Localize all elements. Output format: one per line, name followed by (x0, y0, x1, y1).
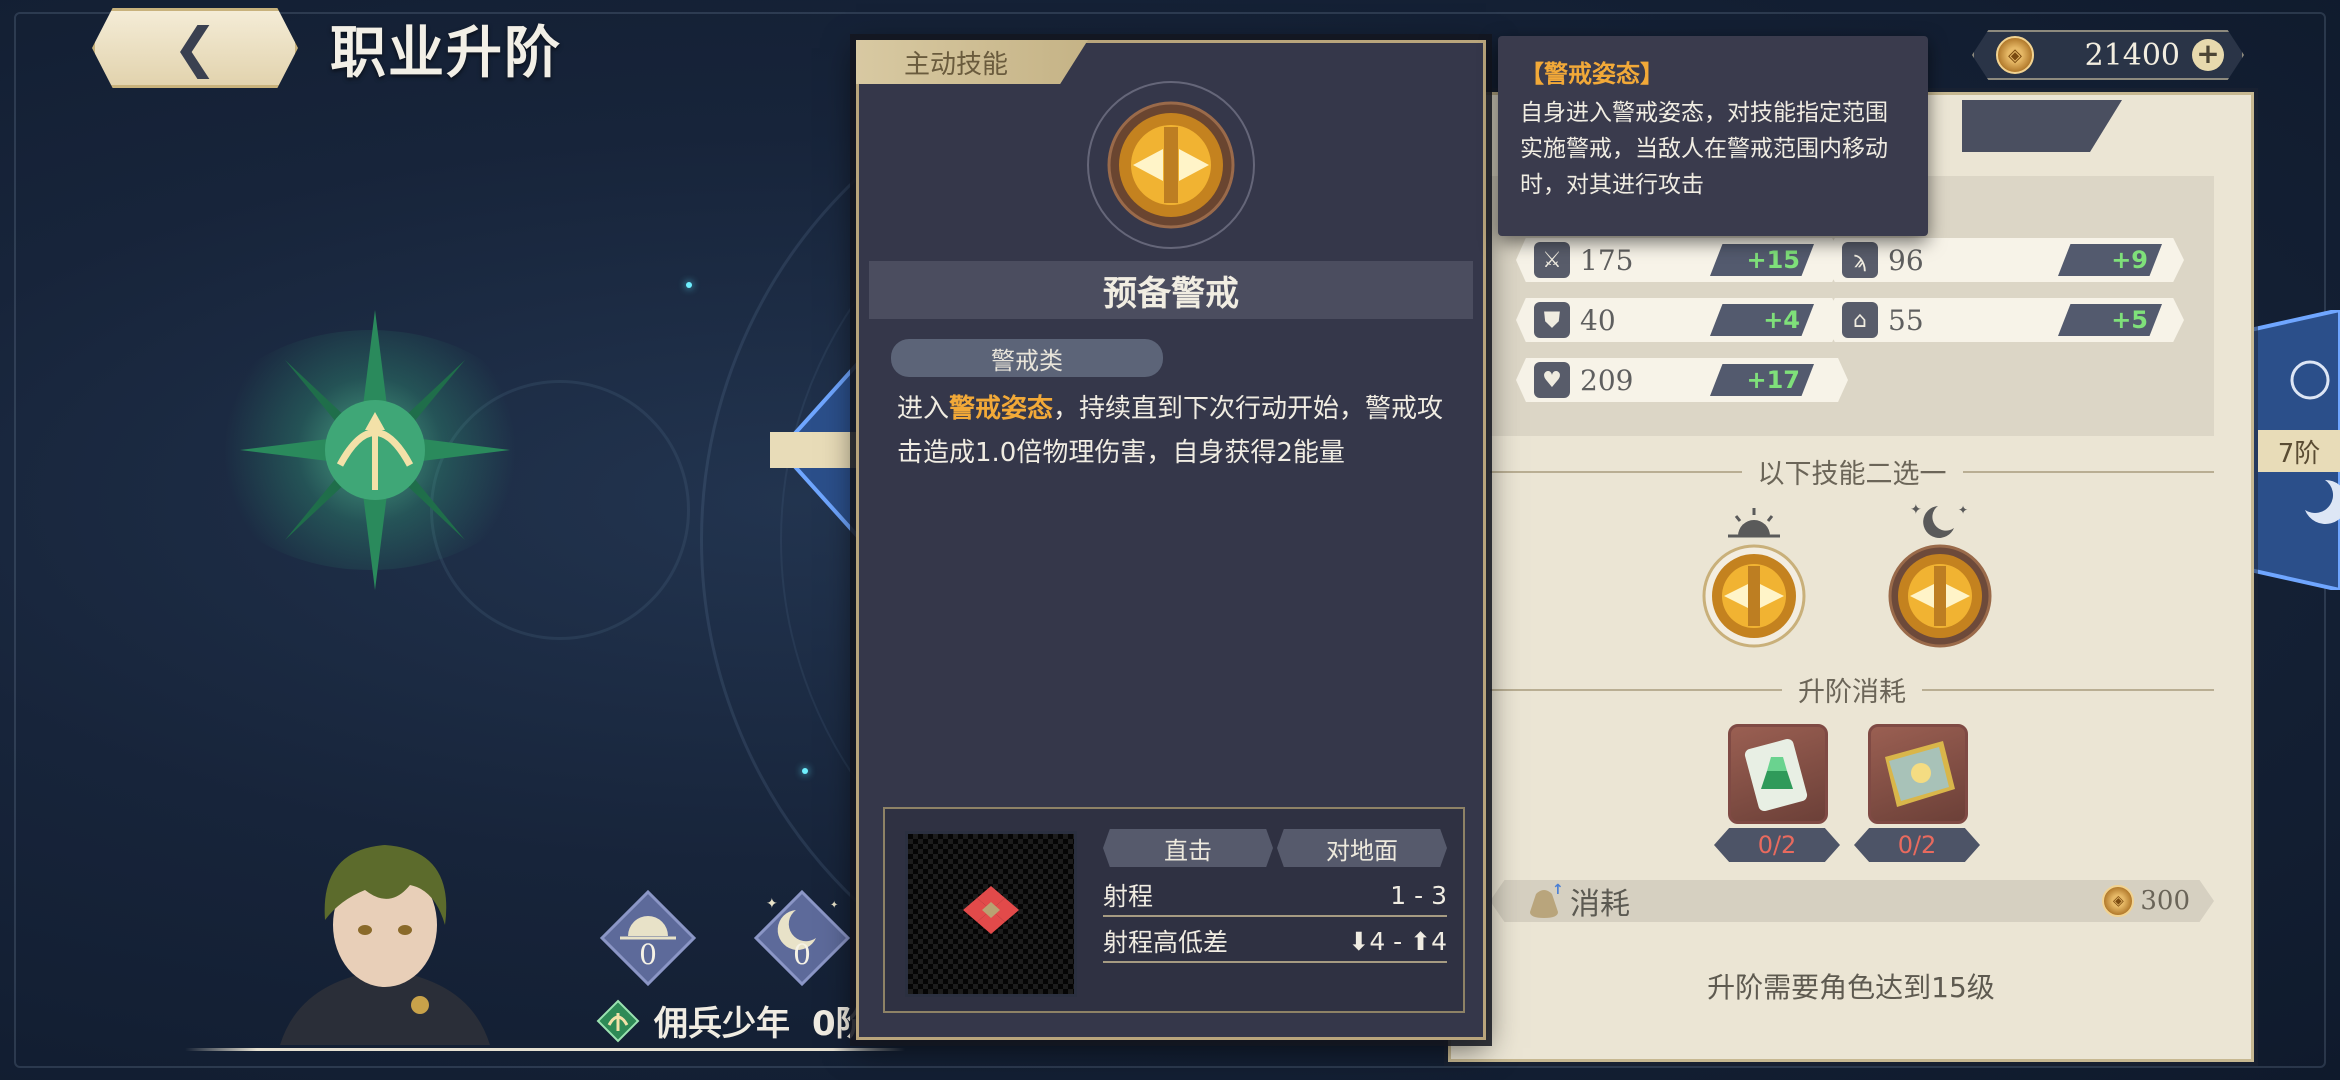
skill-detail-popup: 主动技能 预备警戒 警戒类 进入警戒姿态，持续直到下次行动开始，警戒攻击造成1.… (856, 40, 1486, 1040)
character-class-info: 佣兵少年 0阶 (596, 996, 870, 1045)
back-button[interactable]: ❮ (92, 8, 298, 88)
class-badge-icon (596, 999, 640, 1042)
sun-icon (1728, 508, 1780, 538)
material-count: 0/2 (1854, 828, 1980, 862)
skill-description: 进入警戒姿态，持续直到下次行动开始，警戒攻击造成1.0倍物理伤害，自身获得2能量 (897, 387, 1457, 475)
stat-bonus: +15 (1710, 244, 1814, 276)
keyword-tooltip: 【警戒姿态】 自身进入警戒姿态，对技能指定范围实施警戒，当敌人在警戒范围内移动时… (1498, 36, 1928, 236)
desc-prefix: 进入 (897, 394, 950, 424)
stat-bonus: +5 (2058, 304, 2162, 336)
sun-points-value: 0 (639, 938, 657, 971)
target-type-chip: 对地面 (1277, 829, 1447, 867)
sun-skill-option-button[interactable] (1702, 544, 1806, 648)
moon-icon: ✦ ✦ (1910, 502, 1968, 538)
stat-magic-defense: ⌂ 55 +5 (1824, 298, 2184, 342)
sparkle (802, 768, 808, 774)
page-title: 职业升阶 (330, 21, 562, 86)
material-slot[interactable]: 0/2 (1714, 724, 1840, 862)
range-grid (905, 831, 1077, 997)
stat-bonus: +17 (1710, 364, 1814, 396)
material-slot[interactable]: 0/2 (1854, 724, 1980, 862)
divider (1922, 688, 2214, 691)
stat-value: 209 (1580, 363, 1634, 397)
divider (1490, 470, 1742, 473)
active-skill-tab: 主动技能 (856, 40, 1088, 84)
height-row: 射程高低差 ⬇4 - ⬆4 (1103, 921, 1447, 963)
stat-hp: ♥ 209 +17 (1516, 358, 1848, 402)
staff-icon: ϡ (1842, 242, 1878, 278)
shield-icon: ⛊ (1534, 302, 1570, 338)
alert-stance-keyword[interactable]: 警戒姿态 (949, 394, 1053, 424)
stat-attack: ⚔ 175 +15 (1516, 238, 1842, 282)
stat-value: 175 (1580, 243, 1634, 277)
golden-book-material-icon (1868, 724, 1968, 824)
coin-icon: ◈ (2102, 885, 2135, 917)
previous-tier-icon (770, 347, 870, 553)
stat-value: 96 (1888, 243, 1924, 277)
money-bag-icon: ↑ (1530, 882, 1564, 918)
alert-skill-icon (1107, 101, 1235, 229)
stat-magic-attack: ϡ 96 +9 (1824, 238, 2184, 282)
svg-text:✦: ✦ (1958, 503, 1968, 517)
stat-value: 55 (1888, 303, 1924, 337)
stat-defense: ⛊ 40 +4 (1516, 298, 1842, 342)
moon-points-value: 0 (793, 938, 811, 971)
upgrade-cost-bar: ↑ 消耗 ◈ 300 (1490, 880, 2214, 922)
moon-skill-option-button[interactable] (1888, 544, 1992, 648)
svg-text:✦: ✦ (1910, 502, 1922, 518)
class-name: 佣兵少年 (654, 1004, 790, 1044)
svg-text:✦: ✦ (830, 900, 838, 911)
upgrade-cost-title: 升阶消耗 (1798, 677, 1906, 708)
stat-bonus: +9 (2058, 244, 2162, 276)
sword-icon: ⚔ (1534, 242, 1570, 278)
skill-choice-title: 以下技能二选一 (1757, 459, 1947, 490)
skill-category-tag: 警戒类 (891, 339, 1163, 377)
divider (1962, 470, 2214, 473)
divider (1490, 688, 1782, 691)
svg-text:↑: ↑ (1552, 882, 1564, 898)
cost-value: 300 (2140, 886, 2190, 916)
plus-icon: + (2196, 37, 2220, 70)
range-label: 射程 (1103, 882, 1154, 911)
tooltip-body: 自身进入警戒姿态，对技能指定范围实施警戒，当敌人在警戒范围内移动时，对其进行攻击 (1520, 100, 1888, 198)
currency-amount: 21400 (2084, 37, 2180, 73)
range-row: 射程 1 - 3 (1103, 875, 1447, 917)
cost-label: 消耗 (1570, 887, 1630, 922)
tooltip-title: 【警戒姿态】 (1520, 60, 1664, 88)
character-portrait (280, 845, 490, 1045)
svg-text:✦: ✦ (766, 896, 778, 912)
coin-icon: ◈ (1996, 36, 2034, 74)
requirement-text: 升阶需要角色达到15级 (1707, 971, 1995, 1004)
skill-name: 预备警戒 (869, 261, 1473, 319)
mercenary-class-emblem-icon (240, 310, 510, 590)
heart-icon: ♥ (1534, 362, 1570, 398)
height-label: 射程高低差 (1103, 928, 1229, 957)
currency-display: ◈ 21400 + (1972, 30, 2244, 80)
range-area-icon (963, 886, 1019, 934)
sun-points-badge: 0 (598, 888, 698, 988)
green-gem-material-icon (1728, 724, 1828, 824)
height-value: ⬇4 - ⬆4 (1348, 926, 1447, 956)
stat-bonus: +4 (1710, 304, 1814, 336)
back-arrow-icon: ❮ (172, 16, 218, 79)
material-count: 0/2 (1714, 828, 1840, 862)
sparkle (686, 282, 692, 288)
stat-value: 40 (1580, 303, 1616, 337)
range-value: 1 - 3 (1390, 880, 1447, 910)
attack-type-chip: 直击 (1103, 829, 1273, 867)
add-currency-button[interactable]: + (2192, 39, 2224, 71)
skill-range-info: 直击 对地面 射程 1 - 3 射程高低差 ⬇4 - ⬆4 (883, 807, 1465, 1013)
next-tier-label: 7阶 (2258, 430, 2340, 472)
moon-points-badge: ✦ ✦ 0 (752, 888, 852, 988)
upgrade-cost-header: 升阶消耗 (1490, 670, 2214, 709)
skill-choice-header: 以下技能二选一 (1490, 452, 2214, 491)
divider (185, 1048, 905, 1051)
magic-hat-icon: ⌂ (1842, 302, 1878, 338)
